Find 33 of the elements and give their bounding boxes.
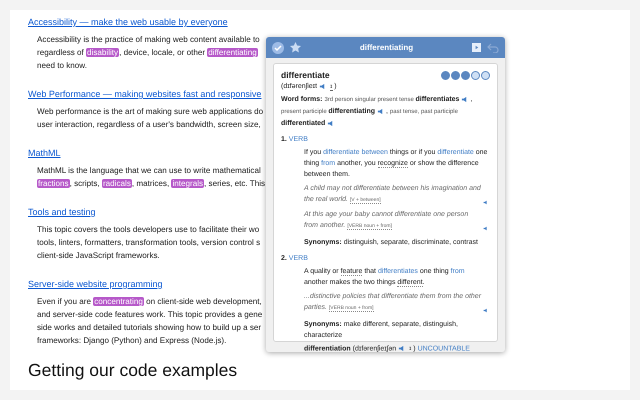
speaker-icon[interactable] xyxy=(327,120,334,127)
topic-link[interactable]: MathML xyxy=(28,147,61,160)
paragraph-line: fractions, scripts, radicals, matrices, integrals, series, etc. This xyxy=(37,178,266,190)
paragraph-line: Even if you are concentrating on client-side web development, xyxy=(37,296,262,308)
topic-link[interactable]: Web Performance — making websites fast and responsive xyxy=(28,88,262,101)
paragraph-line: This topic covers the tools developers use to facilitate their wo xyxy=(37,224,260,236)
topic-link[interactable]: Server-side website programming xyxy=(28,278,163,291)
speaker-icon[interactable] xyxy=(461,96,468,103)
checkmark-icon[interactable] xyxy=(272,42,284,54)
popup-title: differentiating xyxy=(358,43,414,52)
paragraph-line: regardless of disability, device, locale, or other differentiating xyxy=(37,47,258,59)
section-heading: Getting our code examples xyxy=(28,359,238,381)
topic-link[interactable]: Tools and testing xyxy=(28,206,96,219)
paragraph-line: frameworks: Django (Python) and Express (Node.js). xyxy=(37,335,226,347)
speaker-icon[interactable] xyxy=(483,307,488,314)
paragraph-line: need to know. xyxy=(37,60,87,72)
play-icon[interactable] xyxy=(472,43,481,52)
headword: differentiate xyxy=(281,70,330,80)
paragraph-line: client-side JavaScript frameworks. xyxy=(37,250,160,262)
paragraph-line: tools, linters, formatters, transformation tools, version control s xyxy=(37,237,260,249)
speaker-icon[interactable] xyxy=(319,82,326,90)
star-icon[interactable] xyxy=(290,42,301,53)
topic-link[interactable]: Accessibility — make the web usable by everyone xyxy=(28,16,228,29)
speaker-icon[interactable] xyxy=(398,345,406,352)
paragraph-line: Accessibility is the practice of making web content available to xyxy=(37,34,260,46)
paragraph-line: user interaction, regardless of a user's bandwidth, screen size, xyxy=(37,119,261,131)
speaker-icon[interactable] xyxy=(483,225,488,232)
paragraph-line: side works and detailed tutorials showing how to build up a ser xyxy=(37,322,262,334)
speaker-icon[interactable] xyxy=(377,108,384,115)
paragraph-line: MathML is the language that we can use to write mathematical xyxy=(37,165,261,177)
paragraph-line: and server-side code features work. This topic provides a gene xyxy=(37,309,262,321)
speaker-icon[interactable] xyxy=(483,199,488,206)
paragraph-line: Web performance is the art of making sure web applications do xyxy=(37,106,264,118)
